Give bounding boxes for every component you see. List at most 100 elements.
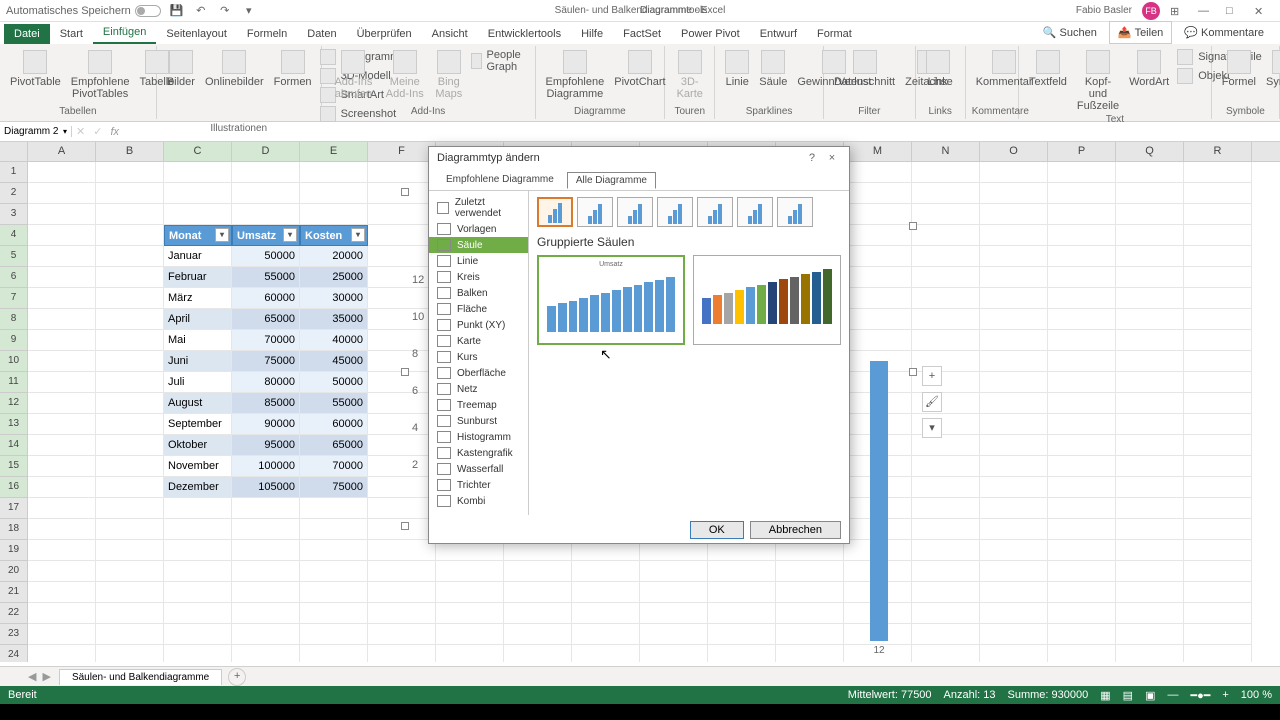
cell[interactable] bbox=[912, 288, 980, 309]
cell[interactable] bbox=[232, 645, 300, 662]
cell[interactable] bbox=[368, 498, 436, 519]
cell[interactable] bbox=[1048, 561, 1116, 582]
cell[interactable] bbox=[1184, 498, 1252, 519]
redo-icon[interactable]: ↷ bbox=[217, 3, 233, 19]
zoom-out-icon[interactable]: — bbox=[1167, 689, 1178, 701]
cell[interactable] bbox=[912, 309, 980, 330]
cell[interactable] bbox=[1048, 162, 1116, 183]
cell[interactable] bbox=[96, 414, 164, 435]
ribbon-kopf--und-fu-zeile[interactable]: Kopf- und Fußzeile bbox=[1073, 48, 1123, 114]
cell[interactable] bbox=[28, 267, 96, 288]
cell[interactable]: 75000 bbox=[232, 351, 300, 372]
cell[interactable] bbox=[232, 498, 300, 519]
cell[interactable] bbox=[844, 162, 912, 183]
cell[interactable] bbox=[708, 582, 776, 603]
column-header[interactable]: R bbox=[1184, 142, 1252, 161]
cell[interactable] bbox=[572, 582, 640, 603]
cell[interactable]: März bbox=[164, 288, 232, 309]
cell[interactable] bbox=[28, 519, 96, 540]
cell[interactable] bbox=[708, 561, 776, 582]
cell[interactable]: 50000 bbox=[300, 372, 368, 393]
cell[interactable] bbox=[1184, 582, 1252, 603]
chart-category-zuletzt-verwendet[interactable]: Zuletzt verwendet bbox=[429, 195, 528, 221]
cell[interactable] bbox=[1184, 393, 1252, 414]
cell[interactable] bbox=[776, 561, 844, 582]
cell[interactable] bbox=[776, 645, 844, 662]
cell[interactable]: Januar bbox=[164, 246, 232, 267]
cell[interactable] bbox=[96, 246, 164, 267]
cell[interactable] bbox=[96, 582, 164, 603]
cell[interactable] bbox=[96, 603, 164, 624]
cell[interactable] bbox=[1048, 645, 1116, 662]
ribbon-bing-maps[interactable]: Bing Maps bbox=[430, 48, 467, 102]
cell[interactable] bbox=[28, 624, 96, 645]
tab-einfügen[interactable]: Einfügen bbox=[93, 22, 156, 44]
cell[interactable] bbox=[368, 456, 436, 477]
chart-elements-icon[interactable]: + bbox=[922, 366, 942, 386]
ribbon-empfohlene-pivottables[interactable]: Empfohlene PivotTables bbox=[67, 48, 134, 102]
cell[interactable] bbox=[28, 183, 96, 204]
row-header[interactable]: 9 bbox=[0, 330, 28, 351]
cell[interactable]: 70000 bbox=[232, 330, 300, 351]
chart-category-karte[interactable]: Karte bbox=[429, 333, 528, 349]
cell[interactable] bbox=[504, 603, 572, 624]
cell[interactable] bbox=[1116, 372, 1184, 393]
cell[interactable] bbox=[1184, 435, 1252, 456]
cell[interactable] bbox=[232, 540, 300, 561]
cell[interactable] bbox=[1048, 351, 1116, 372]
cell[interactable] bbox=[368, 645, 436, 662]
view-layout-icon[interactable]: ▤ bbox=[1123, 689, 1133, 702]
cell[interactable] bbox=[28, 645, 96, 662]
zoom-level[interactable]: 100 % bbox=[1241, 689, 1272, 701]
row-header[interactable]: 10 bbox=[0, 351, 28, 372]
cell[interactable] bbox=[300, 582, 368, 603]
cell[interactable] bbox=[1048, 603, 1116, 624]
cell[interactable]: September bbox=[164, 414, 232, 435]
view-normal-icon[interactable]: ▦ bbox=[1100, 689, 1110, 702]
cell[interactable] bbox=[164, 162, 232, 183]
chart-preview-1[interactable]: Umsatz bbox=[537, 255, 685, 345]
cell[interactable] bbox=[300, 162, 368, 183]
dialog-help-icon[interactable]: ? bbox=[809, 152, 815, 164]
cell[interactable] bbox=[912, 267, 980, 288]
cell[interactable] bbox=[368, 624, 436, 645]
row-header[interactable]: 3 bbox=[0, 204, 28, 225]
cell[interactable] bbox=[1184, 561, 1252, 582]
cell[interactable] bbox=[232, 183, 300, 204]
cell[interactable]: Mai bbox=[164, 330, 232, 351]
sheet-tab[interactable]: Säulen- und Balkendiagramme bbox=[59, 669, 222, 685]
column-header[interactable]: E bbox=[300, 142, 368, 161]
cell[interactable] bbox=[164, 183, 232, 204]
cell[interactable] bbox=[640, 645, 708, 662]
cell[interactable]: 55000 bbox=[232, 267, 300, 288]
cell[interactable] bbox=[1048, 204, 1116, 225]
cell[interactable] bbox=[96, 393, 164, 414]
cell[interactable] bbox=[28, 498, 96, 519]
cell[interactable] bbox=[300, 561, 368, 582]
row-header[interactable]: 8 bbox=[0, 309, 28, 330]
cell[interactable]: 80000 bbox=[232, 372, 300, 393]
cell[interactable] bbox=[232, 204, 300, 225]
cell[interactable] bbox=[844, 309, 912, 330]
cell[interactable] bbox=[980, 204, 1048, 225]
chart-category-oberfl-che[interactable]: Oberfläche bbox=[429, 365, 528, 381]
cell[interactable] bbox=[368, 414, 436, 435]
cell[interactable] bbox=[980, 498, 1048, 519]
row-header[interactable]: 16 bbox=[0, 477, 28, 498]
cell[interactable] bbox=[368, 603, 436, 624]
cell[interactable] bbox=[980, 624, 1048, 645]
cell[interactable] bbox=[1116, 498, 1184, 519]
cell[interactable] bbox=[1116, 309, 1184, 330]
cell[interactable] bbox=[1116, 246, 1184, 267]
cell[interactable] bbox=[912, 561, 980, 582]
cell[interactable]: 55000 bbox=[300, 393, 368, 414]
cell[interactable]: 100000 bbox=[232, 456, 300, 477]
cell[interactable] bbox=[1116, 456, 1184, 477]
cell[interactable]: 50000 bbox=[232, 246, 300, 267]
cell[interactable] bbox=[1184, 645, 1252, 662]
tab-entwurf[interactable]: Entwurf bbox=[750, 24, 807, 44]
chart-category-kombi[interactable]: Kombi bbox=[429, 493, 528, 509]
chart-handle[interactable] bbox=[401, 522, 409, 530]
cell[interactable] bbox=[1116, 330, 1184, 351]
tab-factset[interactable]: FactSet bbox=[613, 24, 671, 44]
